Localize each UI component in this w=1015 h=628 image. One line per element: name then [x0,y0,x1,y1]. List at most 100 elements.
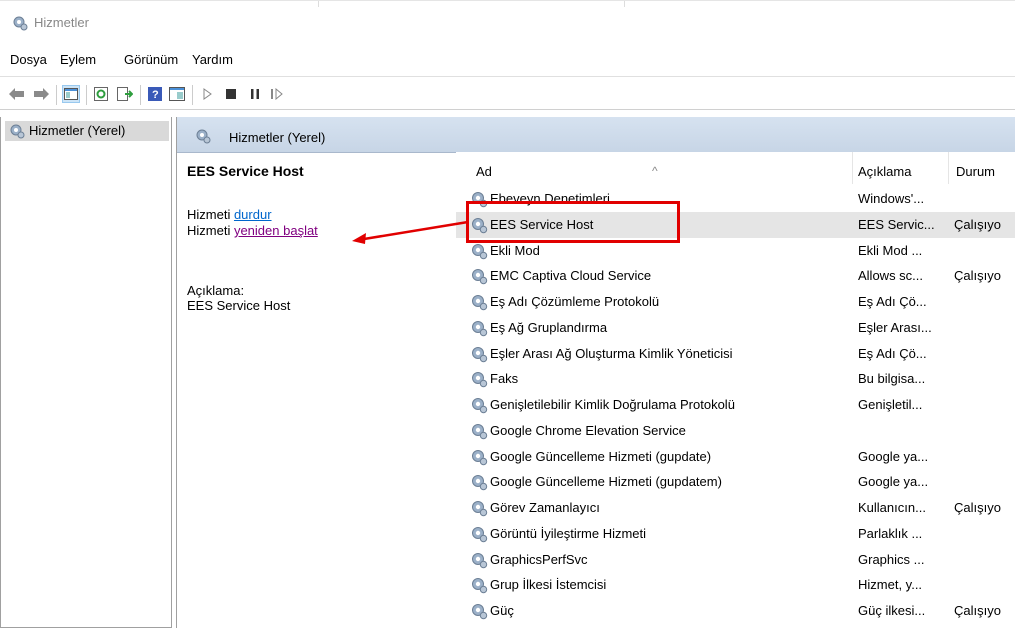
description-value: EES Service Host [187,298,291,313]
stop-icon[interactable] [222,85,240,103]
menu-bar: Dosya Eylem Görünüm Yardım [0,44,1015,74]
tree-item-services-local[interactable]: Hizmetler (Yerel) [5,121,169,141]
toolbar-separator [86,85,87,105]
toolbar-separator [56,85,57,105]
service-name: Google Chrome Elevation Service [490,422,686,438]
svg-text:?: ? [152,89,159,101]
service-description: Graphics ... [858,551,925,567]
help-icon[interactable]: ? [146,85,164,103]
service-status: Çalışıyo [954,216,1001,232]
tree-item-label: Hizmetler (Yerel) [29,123,126,138]
service-description: Kullanıcın... [858,500,926,515]
service-description: Ekli Mod ... [858,242,923,258]
service-row[interactable]: GraphicsPerfSvc Graphics ... [456,547,1015,573]
menu-yardim[interactable]: Yardım [192,52,233,67]
service-row[interactable]: Eş Adı Çözümleme Protokolü Eş Adı Çö... [456,289,1015,315]
service-row[interactable]: Google Güncelleme Hizmeti (gupdatem) Goog… [456,469,1015,495]
service-rows: Ebeveyn Denetimleri Windows'... EES Servic… [456,186,1015,624]
forward-arrow-icon[interactable] [32,85,50,103]
service-status: Çalışıyo [954,500,1001,515]
toolbar: ? [0,76,1015,110]
service-description: Parlaklık ... [858,525,923,541]
pane-header: Hizmetler (Yerel) [177,117,1015,153]
service-gear-icon [470,602,488,628]
service-row[interactable]: Güç Güç ilkesi... Çalışıyo [456,598,1015,624]
service-name: Görüntü İyileştirme Hizmeti [490,525,647,541]
service-status: Çalışıyo [954,268,1001,284]
export-icon[interactable] [116,85,134,103]
service-row[interactable]: Google Güncelleme Hizmeti (gupdate) Googl… [456,444,1015,470]
action-prefix: Hizmeti [187,223,234,238]
pause-icon[interactable] [246,85,264,103]
properties-icon[interactable] [168,85,186,103]
service-description: Google ya... [858,448,929,464]
window-title: Hizmetler [34,15,89,30]
service-row[interactable]: Eşler Arası Ağ Oluşturma Kimlik Yönetici… [456,341,1015,367]
menu-gorunum[interactable]: Görünüm [124,52,178,67]
service-description: Google ya... [858,474,929,490]
service-description: Hizmet, y... [858,577,923,593]
highlight-box [466,201,680,243]
service-description: Allows sc... [858,268,924,284]
service-name: Eşler Arası Ağ Oluşturma Kimlik Yönetici… [490,345,733,361]
service-name: Grup İlkesi İstemcisi [490,577,607,593]
service-status: Çalışıyo [954,603,1001,618]
play-icon[interactable] [198,85,216,103]
resume-icon[interactable] [268,85,286,103]
refresh-icon[interactable] [92,85,110,103]
service-description: Güç ilkesi... [858,603,926,618]
column-header-description[interactable]: Açıklama [852,152,948,186]
console-tree: Hizmetler (Yerel) [0,117,172,628]
service-name: GraphicsPerfSvc [490,551,588,567]
service-row[interactable]: Görev Zamanlayıcı Kullanıcın... Çalışıyo [456,495,1015,521]
column-name-label: Ad [476,164,492,179]
service-row[interactable]: Görüntü İyileştirme Hizmeti Parlaklık ... [456,521,1015,547]
menu-eylem[interactable]: Eylem [60,52,96,67]
service-name: EMC Captiva Cloud Service [490,268,652,284]
divider [624,1,625,7]
gear-icon [10,124,25,139]
service-row[interactable]: Grup İlkesi İstemcisi Hizmet, y... [456,572,1015,598]
column-header-name[interactable]: Ad ^ [456,152,852,186]
service-row[interactable]: Genişletilebilir Kimlik Doğrulama Protok… [456,392,1015,418]
menu-dosya[interactable]: Dosya [10,52,47,67]
restart-service-link[interactable]: yeniden başlat [234,223,318,238]
gear-icon [13,16,28,31]
service-description: Eş Adı Çö... [858,345,927,361]
title-bar: Hizmetler [0,0,1015,44]
service-description: Eş Adı Çö... [858,294,927,309]
service-name: Görev Zamanlayıcı [490,500,600,515]
column-header-status[interactable]: Durum [948,152,1015,186]
selected-service-title: EES Service Host [187,163,304,179]
service-name: Google Güncelleme Hizmeti (gupdate) [490,448,712,464]
service-row[interactable]: EMC Captiva Cloud Service Allows sc... Çal… [456,263,1015,289]
toolbar-separator [140,85,141,105]
divider [318,1,319,7]
service-description: Windows'... [858,191,925,206]
service-row[interactable]: Faks Bu bilgisa... [456,366,1015,392]
service-name: Faks [490,371,519,387]
service-description: Eşler Arası... [858,319,932,335]
gear-icon [196,129,211,144]
service-row[interactable]: Eş Ağ Gruplandırma Eşler Arası... [456,315,1015,341]
service-name: Google Güncelleme Hizmeti (gupdatem) [490,474,722,490]
pane-header-title: Hizmetler (Yerel) [229,130,326,145]
service-name: Eş Ağ Gruplandırma [490,319,608,335]
service-name: Güç [490,603,514,618]
sort-ascending-icon: ^ [652,164,658,178]
annotation-arrow-icon [352,220,469,244]
action-prefix: Hizmeti [187,207,234,222]
service-description: Bu bilgisa... [858,371,926,387]
service-description: Genişletil... [858,397,923,412]
column-description-label: Açıklama [858,164,912,179]
service-name: Eş Adı Çözümleme Protokolü [490,294,660,309]
service-description: EES Servic... [858,216,935,232]
stop-service-link[interactable]: durdur [234,207,272,222]
column-status-label: Durum [956,164,996,179]
back-arrow-icon[interactable] [8,85,26,103]
console-tree-icon[interactable] [62,85,80,103]
service-name: Genişletilebilir Kimlik Doğrulama Protok… [490,397,735,412]
description-label: Açıklama: [187,283,245,298]
toolbar-separator [192,85,193,105]
service-row[interactable]: Google Chrome Elevation Service [456,418,1015,444]
